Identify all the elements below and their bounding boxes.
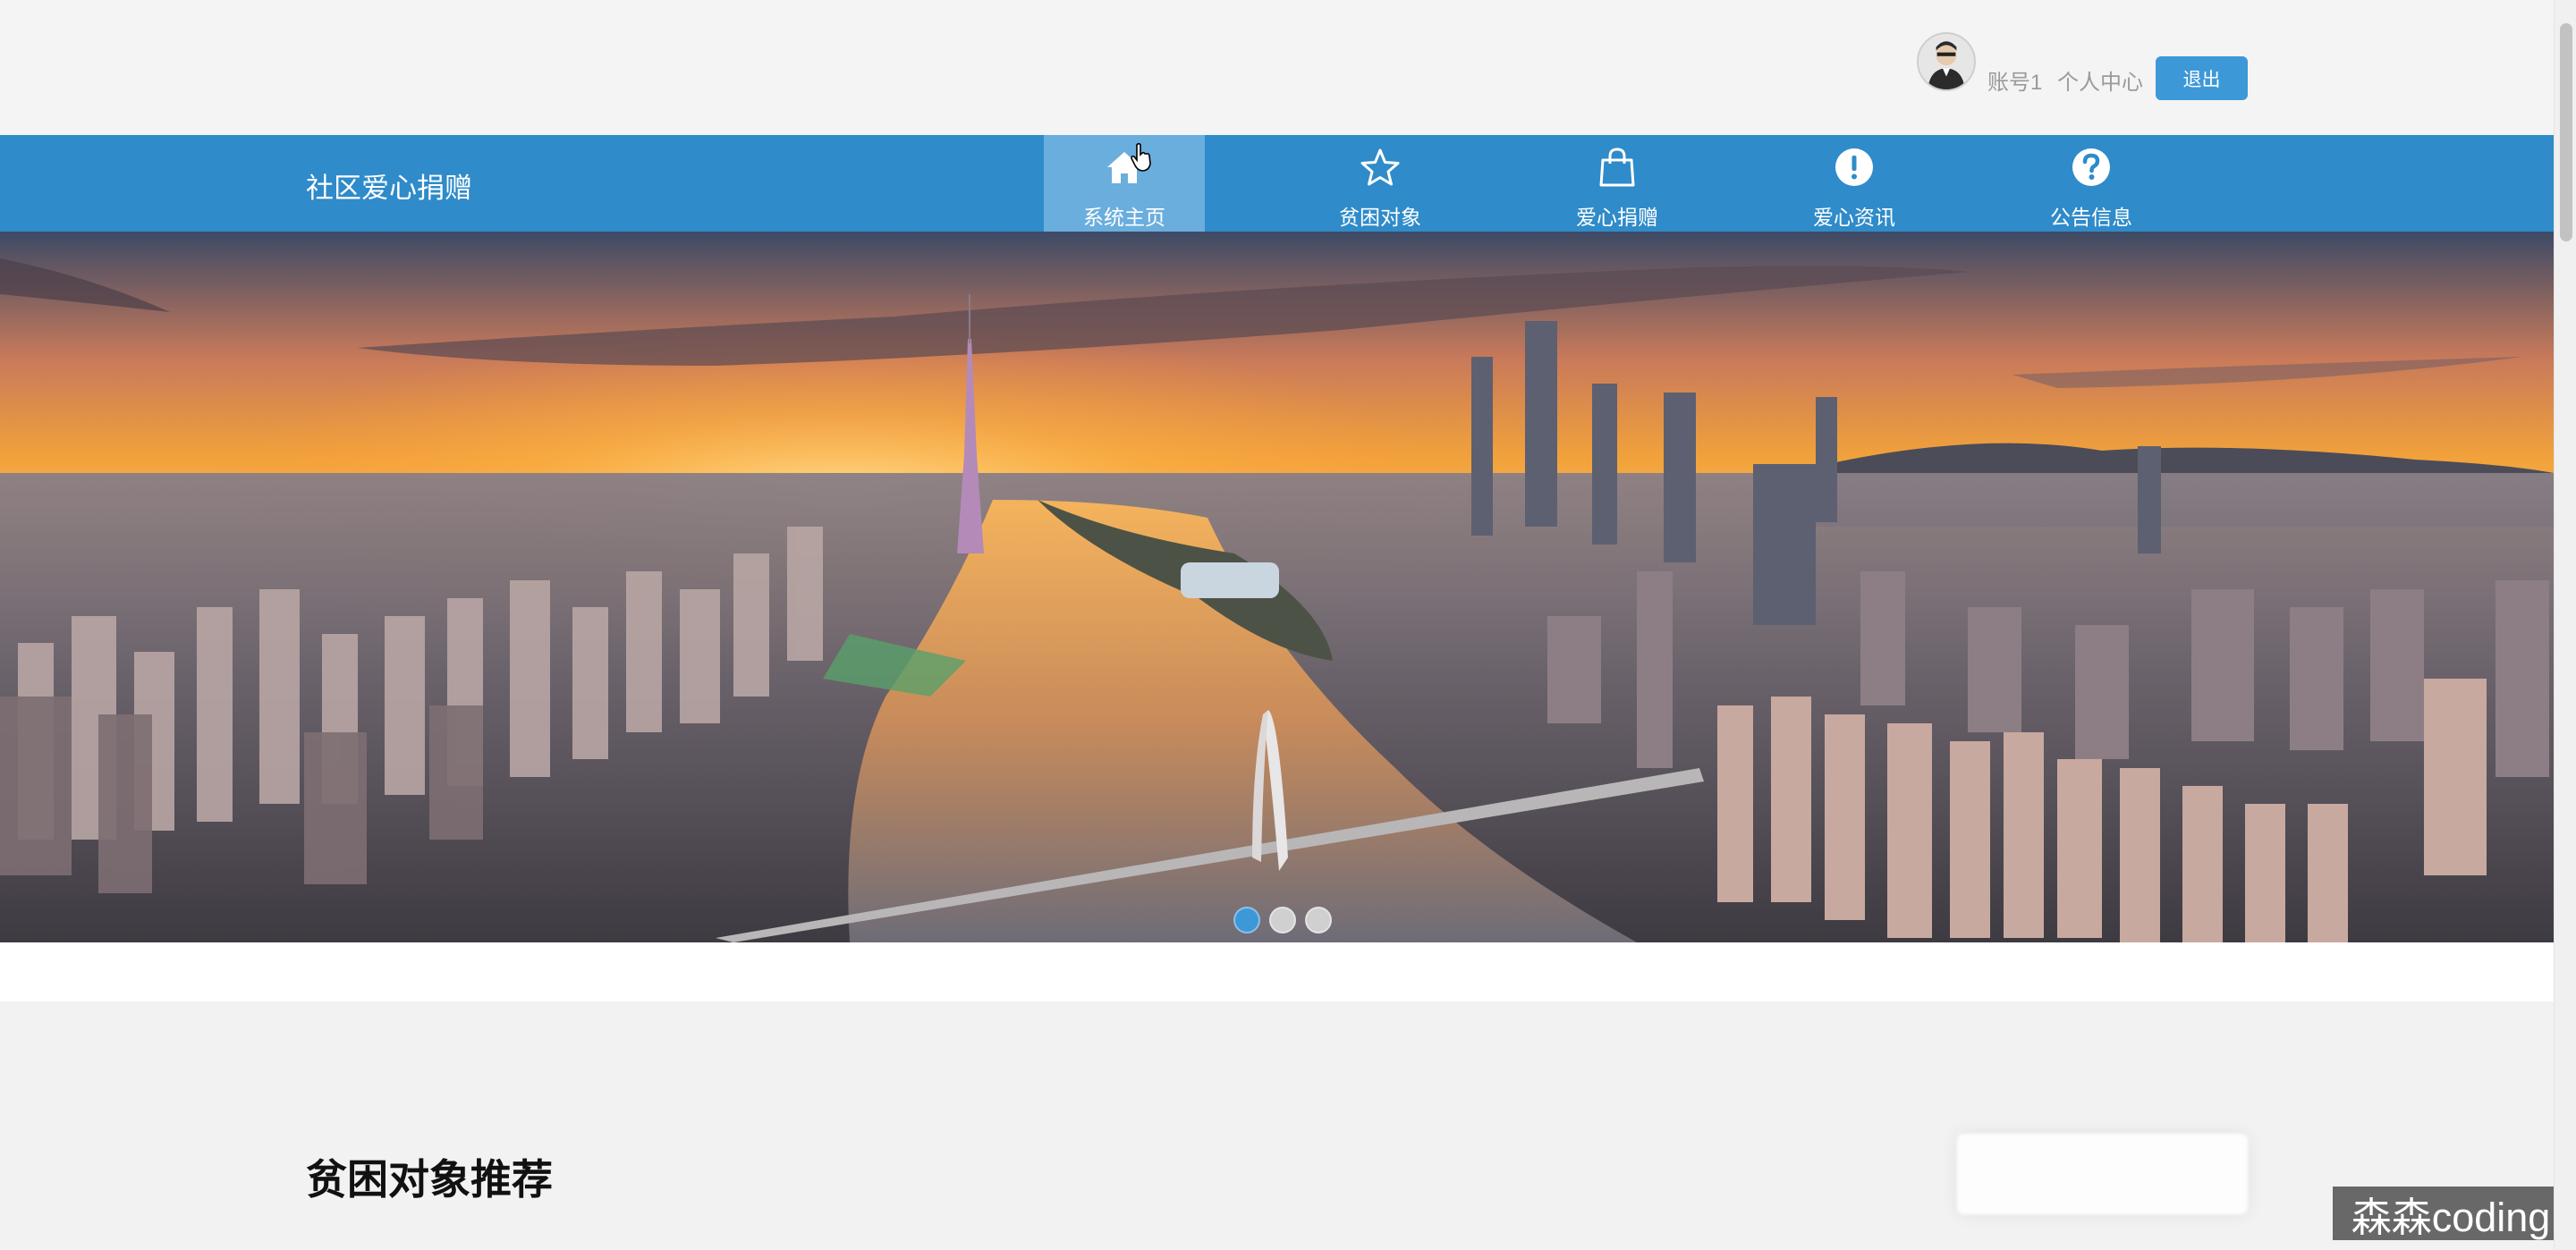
nav-item-donation[interactable]: 爱心捐赠 bbox=[1537, 135, 1698, 232]
shopping-bag-icon bbox=[1599, 148, 1635, 187]
nav-item-announcements[interactable]: 公告信息 bbox=[2011, 135, 2172, 232]
carousel-indicators bbox=[1233, 907, 1332, 933]
site-brand[interactable]: 社区爱心捐赠 bbox=[306, 165, 472, 206]
banner-carousel[interactable] bbox=[0, 232, 2554, 942]
nav-item-home[interactable]: 系统主页 bbox=[1044, 135, 1205, 232]
nav-item-label: 公告信息 bbox=[2050, 206, 2132, 229]
nav-item-label: 爱心资讯 bbox=[1813, 206, 1895, 229]
nav-item-news[interactable]: 爱心资讯 bbox=[1774, 135, 1935, 232]
carousel-dot[interactable] bbox=[1233, 907, 1260, 933]
mouse-cursor-icon bbox=[1131, 142, 1151, 172]
nav-item-label: 爱心捐赠 bbox=[1576, 206, 1658, 229]
nav-item-poverty-targets[interactable]: 贫困对象 bbox=[1300, 135, 1461, 232]
banner-bottom-spacer bbox=[0, 942, 2554, 1001]
watermark-text: 森森coding bbox=[2333, 1187, 2569, 1240]
main-nav: 社区爱心捐赠 系统主页 贫困对象 爱心捐赠 爱心资讯 公告信息 bbox=[0, 135, 2554, 232]
avatar-image bbox=[1919, 34, 1974, 89]
exclamation-icon bbox=[1835, 148, 1873, 186]
account-name: 账号1 bbox=[1987, 71, 2043, 95]
scrollbar-thumb[interactable] bbox=[2560, 23, 2572, 241]
section-title-poverty-recommend: 贫困对象推荐 bbox=[306, 1156, 553, 1203]
carousel-dot[interactable] bbox=[1305, 907, 1332, 933]
question-icon bbox=[2072, 148, 2110, 186]
logout-button[interactable]: 退出 bbox=[2156, 56, 2248, 100]
blurred-overlay bbox=[1957, 1134, 2248, 1214]
nav-item-label: 贫困对象 bbox=[1339, 206, 1421, 229]
user-avatar[interactable] bbox=[1917, 32, 1976, 91]
user-bar: 账号1 个人中心 退出 bbox=[0, 0, 2554, 135]
nav-item-label: 系统主页 bbox=[1083, 206, 1165, 229]
city-skyline-image bbox=[0, 232, 2554, 942]
profile-center-link[interactable]: 个人中心 bbox=[2057, 64, 2143, 96]
star-icon bbox=[1360, 148, 1400, 186]
carousel-dot[interactable] bbox=[1269, 907, 1296, 933]
page: 账号1 个人中心 退出 社区爱心捐赠 系统主页 贫困对象 爱心捐赠 爱心资讯 公… bbox=[0, 0, 2576, 1250]
page-scrollbar[interactable] bbox=[2554, 0, 2576, 1250]
